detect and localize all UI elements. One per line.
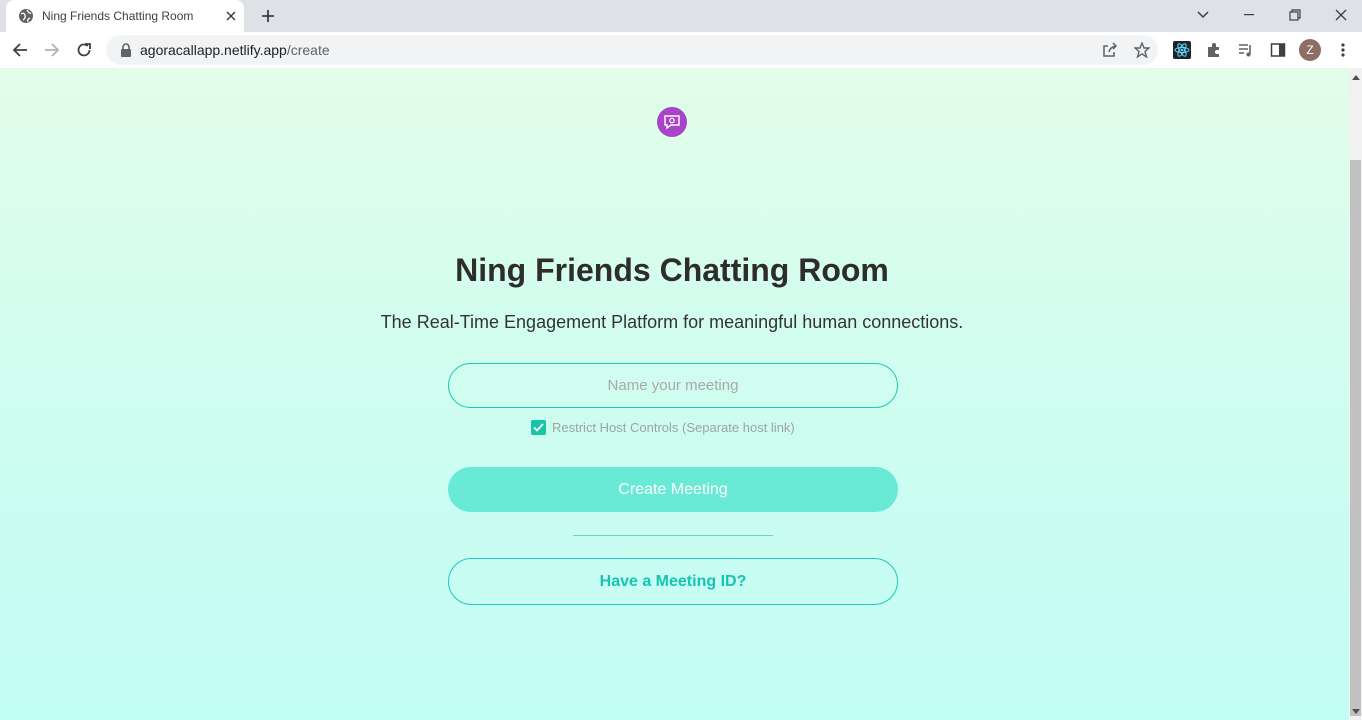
chat-logo-icon bbox=[657, 107, 687, 137]
react-devtools-icon[interactable] bbox=[1170, 38, 1194, 62]
scroll-down-arrow-icon[interactable] bbox=[1349, 704, 1362, 718]
url-text: agoracallapp.netlify.app/create bbox=[140, 42, 330, 58]
restrict-host-checkbox[interactable] bbox=[531, 419, 546, 435]
browser-toolbar: agoracallapp.netlify.app/create Z bbox=[0, 32, 1362, 68]
page-title: Ning Friends Chatting Room bbox=[455, 252, 889, 288]
side-panel-icon[interactable] bbox=[1266, 38, 1290, 62]
new-tab-icon[interactable] bbox=[256, 4, 280, 28]
restore-icon[interactable] bbox=[1272, 0, 1318, 30]
page-subtitle: The Real-Time Engagement Platform for me… bbox=[380, 312, 964, 332]
media-control-icon[interactable] bbox=[1234, 38, 1258, 62]
extensions-puzzle-icon[interactable] bbox=[1202, 38, 1226, 62]
address-bar[interactable]: agoracallapp.netlify.app/create bbox=[106, 35, 1158, 65]
have-meeting-id-button[interactable]: Have a Meeting ID? bbox=[448, 558, 898, 605]
reload-icon[interactable] bbox=[72, 38, 96, 62]
share-icon[interactable] bbox=[1100, 40, 1120, 60]
restrict-host-controls-row[interactable]: Restrict Host Controls (Separate host li… bbox=[531, 418, 795, 436]
globe-icon bbox=[18, 8, 34, 24]
back-icon[interactable] bbox=[8, 38, 32, 62]
tab-strip: Ning Friends Chatting Room bbox=[0, 0, 1362, 32]
tab-title: Ning Friends Chatting Room bbox=[42, 9, 194, 23]
forward-icon[interactable] bbox=[40, 38, 64, 62]
minimize-icon[interactable] bbox=[1226, 0, 1272, 30]
page-scrollbar[interactable] bbox=[1349, 68, 1362, 720]
close-window-icon[interactable] bbox=[1318, 0, 1362, 30]
close-tab-icon[interactable] bbox=[222, 7, 240, 25]
kebab-menu-icon[interactable] bbox=[1331, 38, 1355, 62]
lock-icon[interactable] bbox=[118, 42, 134, 58]
scroll-thumb[interactable] bbox=[1350, 160, 1361, 716]
scroll-up-arrow-icon[interactable] bbox=[1349, 70, 1362, 84]
create-meeting-button[interactable]: Create Meeting bbox=[448, 467, 898, 512]
profile-avatar[interactable]: Z bbox=[1299, 39, 1321, 61]
bookmark-star-icon[interactable] bbox=[1132, 40, 1152, 60]
divider bbox=[573, 535, 773, 536]
restrict-host-label: Restrict Host Controls (Separate host li… bbox=[552, 419, 795, 435]
page-viewport: Ning Friends Chatting Room The Real-Time… bbox=[0, 68, 1349, 720]
meeting-name-input[interactable] bbox=[448, 363, 898, 408]
tab-search-icon[interactable] bbox=[1180, 0, 1226, 30]
browser-tab[interactable]: Ning Friends Chatting Room bbox=[6, 0, 244, 32]
